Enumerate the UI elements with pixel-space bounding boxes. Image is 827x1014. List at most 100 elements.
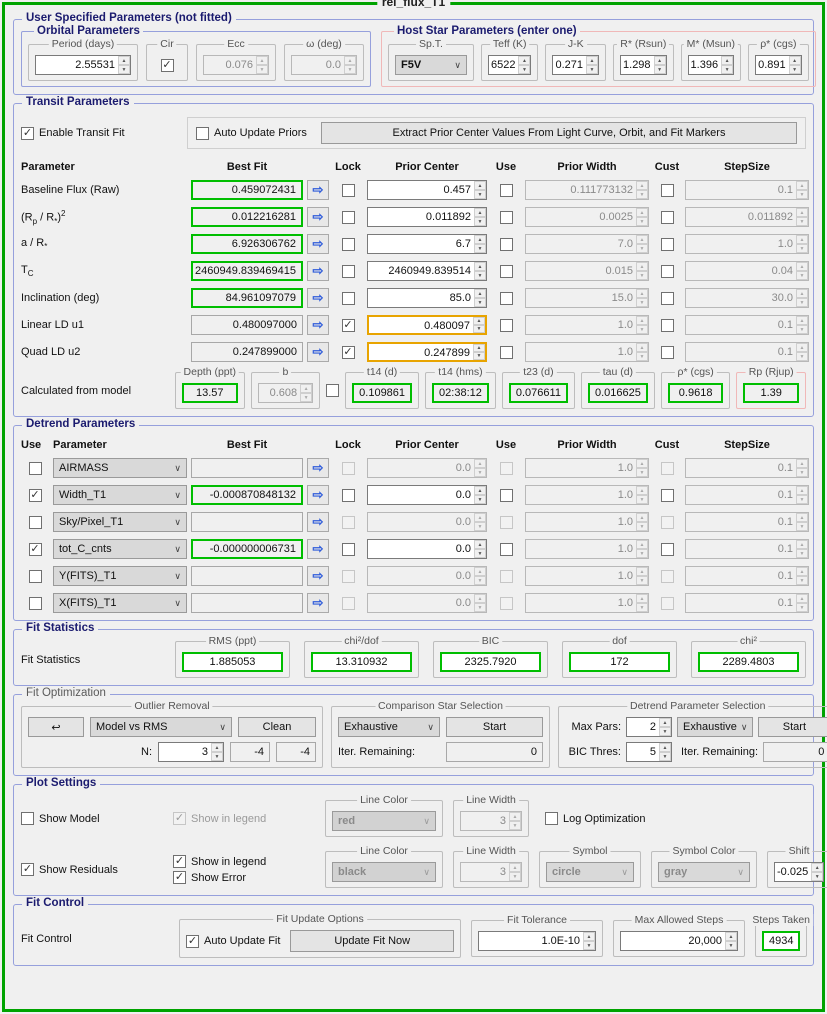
spinner-up-arrow[interactable]: ▲	[211, 743, 223, 752]
show-residuals-checkbox[interactable]	[21, 863, 34, 876]
detrend-prior-use-checkbox[interactable]	[499, 542, 513, 556]
spinner-up-arrow[interactable]: ▲	[474, 540, 486, 549]
host-star-field-spinner[interactable]: 0.891 ▲ ▼	[755, 55, 802, 75]
log-optimization-checkbox[interactable]	[545, 812, 558, 825]
copy-best-fit-to-prior-button[interactable]: ⇨	[307, 342, 329, 362]
copy-best-fit-to-prior-button[interactable]: ⇨	[307, 180, 329, 200]
spectral-type-dropdown[interactable]: F5V ∨	[395, 55, 467, 75]
prior-center-spinner[interactable]: 6.7 ▲ ▼	[367, 234, 487, 254]
prior-use-checkbox[interactable]	[499, 318, 513, 332]
spinner-up-arrow[interactable]: ▲	[721, 56, 734, 65]
detrend-lock-checkbox[interactable]	[341, 542, 355, 556]
spinner-down-arrow[interactable]: ▼	[811, 872, 824, 881]
prior-use-checkbox[interactable]	[499, 183, 513, 197]
spinner-down-arrow[interactable]: ▼	[474, 244, 486, 253]
show-error-checkbox[interactable]	[173, 871, 186, 884]
spinner-up-arrow[interactable]: ▲	[518, 56, 531, 65]
spinner-up-arrow[interactable]: ▲	[474, 181, 486, 190]
copy-best-fit-to-prior-button[interactable]: ⇨	[307, 315, 329, 335]
prior-use-checkbox[interactable]	[499, 291, 513, 305]
detrend-use-checkbox[interactable]	[28, 515, 42, 529]
shift-spinner[interactable]: -0.025 ▲ ▼	[774, 862, 825, 882]
cust-checkbox[interactable]	[660, 183, 674, 197]
undo-clean-button[interactable]: ↩	[28, 717, 84, 737]
copy-best-fit-to-prior-button[interactable]: ⇨	[307, 566, 329, 586]
detrend-start-button[interactable]: Start	[758, 717, 827, 737]
spinner-up-arrow[interactable]: ▲	[653, 56, 666, 65]
cust-checkbox[interactable]	[660, 318, 674, 332]
cust-checkbox[interactable]	[660, 264, 674, 278]
spinner-down-arrow[interactable]: ▼	[474, 495, 486, 504]
detrend-prior-center-spinner[interactable]: 0.0 ▲ ▼	[367, 485, 487, 505]
lock-checkbox[interactable]	[341, 318, 355, 332]
update-fit-now-button[interactable]: Update Fit Now	[290, 930, 454, 952]
copy-best-fit-to-prior-button[interactable]: ⇨	[307, 512, 329, 532]
comp-start-button[interactable]: Start	[446, 717, 543, 737]
spinner-up-arrow[interactable]: ▲	[473, 344, 485, 352]
detrend-prior-use-checkbox[interactable]	[499, 488, 513, 502]
spinner-down-arrow[interactable]: ▼	[518, 65, 531, 74]
comp-mode-dropdown[interactable]: Exhaustive ∨	[338, 717, 440, 737]
residuals-show-in-legend[interactable]: Show in legend	[173, 855, 315, 868]
spinner-down-arrow[interactable]: ▼	[586, 65, 599, 74]
spinner-down-arrow[interactable]: ▼	[788, 65, 801, 74]
spinner-down-arrow[interactable]: ▼	[659, 727, 671, 736]
lock-checkbox[interactable]	[341, 264, 355, 278]
auto-update-priors[interactable]: Auto Update Priors	[196, 126, 307, 140]
detrend-param-dropdown[interactable]: Y(FITS)_T1 ∨	[53, 566, 187, 586]
spinner-up-arrow[interactable]: ▲	[586, 56, 599, 65]
cir-checkbox[interactable]	[160, 58, 174, 72]
detrend-prior-center-spinner[interactable]: 0.0 ▲ ▼	[367, 539, 487, 559]
impact-param-lock-checkbox[interactable]	[326, 384, 340, 397]
prior-center-spinner[interactable]: 2460949.839514 ▲ ▼	[367, 261, 487, 281]
enable-transit-fit[interactable]: Enable Transit Fit	[21, 126, 173, 140]
detrend-use-checkbox[interactable]	[28, 569, 42, 583]
host-star-field-spinner[interactable]: 1.396 ▲ ▼	[687, 55, 735, 75]
log-optimization[interactable]: Log Optimization	[545, 812, 646, 825]
spinner-up-arrow[interactable]: ▲	[118, 56, 130, 65]
copy-best-fit-to-prior-button[interactable]: ⇨	[307, 485, 329, 505]
detrend-lock-checkbox[interactable]	[341, 488, 355, 502]
spinner-down-arrow[interactable]: ▼	[583, 941, 595, 950]
auto-update-fit[interactable]: Auto Update Fit	[186, 934, 280, 948]
detrend-param-dropdown[interactable]: X(FITS)_T1 ∨	[53, 593, 187, 613]
residuals-show-in-legend-checkbox[interactable]	[173, 855, 186, 868]
show-model[interactable]: Show Model	[21, 812, 163, 825]
spinner-up-arrow[interactable]: ▲	[659, 718, 671, 727]
prior-center-spinner[interactable]: 0.247899 ▲ ▼	[367, 342, 487, 362]
detrend-use-checkbox[interactable]	[28, 461, 42, 475]
auto-update-fit-checkbox[interactable]	[186, 934, 199, 948]
spinner-up-arrow[interactable]: ▲	[725, 932, 737, 941]
copy-best-fit-to-prior-button[interactable]: ⇨	[307, 458, 329, 478]
fit-tolerance-spinner[interactable]: 1.0E-10 ▲ ▼	[478, 931, 596, 951]
spinner-up-arrow[interactable]: ▲	[659, 743, 671, 752]
spinner-down-arrow[interactable]: ▼	[653, 65, 666, 74]
clean-button[interactable]: Clean	[238, 717, 316, 737]
copy-best-fit-to-prior-button[interactable]: ⇨	[307, 207, 329, 227]
spinner-up-arrow[interactable]: ▲	[474, 262, 486, 271]
detrend-use-checkbox[interactable]	[28, 488, 42, 502]
cust-checkbox[interactable]	[660, 210, 674, 224]
n-spinner[interactable]: 3 ▲ ▼	[158, 742, 224, 762]
spinner-down-arrow[interactable]: ▼	[473, 352, 485, 360]
prior-center-spinner[interactable]: 85.0 ▲ ▼	[367, 288, 487, 308]
show-residuals[interactable]: Show Residuals	[21, 863, 163, 876]
prior-use-checkbox[interactable]	[499, 210, 513, 224]
detrend-mode-dropdown[interactable]: Exhaustive ∨	[677, 717, 754, 737]
prior-use-checkbox[interactable]	[499, 345, 513, 359]
detrend-use-checkbox[interactable]	[28, 542, 42, 556]
detrend-cust-checkbox[interactable]	[660, 488, 674, 502]
lock-checkbox[interactable]	[341, 345, 355, 359]
spinner-down-arrow[interactable]: ▼	[474, 217, 486, 226]
bic-thres-spinner[interactable]: 5 ▲ ▼	[626, 742, 672, 762]
detrend-param-dropdown[interactable]: Sky/Pixel_T1 ∨	[53, 512, 187, 532]
outlier-mode-dropdown[interactable]: Model vs RMS ∨	[90, 717, 232, 737]
prior-center-spinner[interactable]: 0.457 ▲ ▼	[367, 180, 487, 200]
prior-use-checkbox[interactable]	[499, 237, 513, 251]
detrend-param-dropdown[interactable]: AIRMASS ∨	[53, 458, 187, 478]
extract-priors-button[interactable]: Extract Prior Center Values From Light C…	[320, 122, 797, 144]
max-pars-spinner[interactable]: 2 ▲ ▼	[626, 717, 672, 737]
spinner-up-arrow[interactable]: ▲	[788, 56, 801, 65]
cust-checkbox[interactable]	[660, 237, 674, 251]
spinner-up-arrow[interactable]: ▲	[811, 863, 824, 872]
